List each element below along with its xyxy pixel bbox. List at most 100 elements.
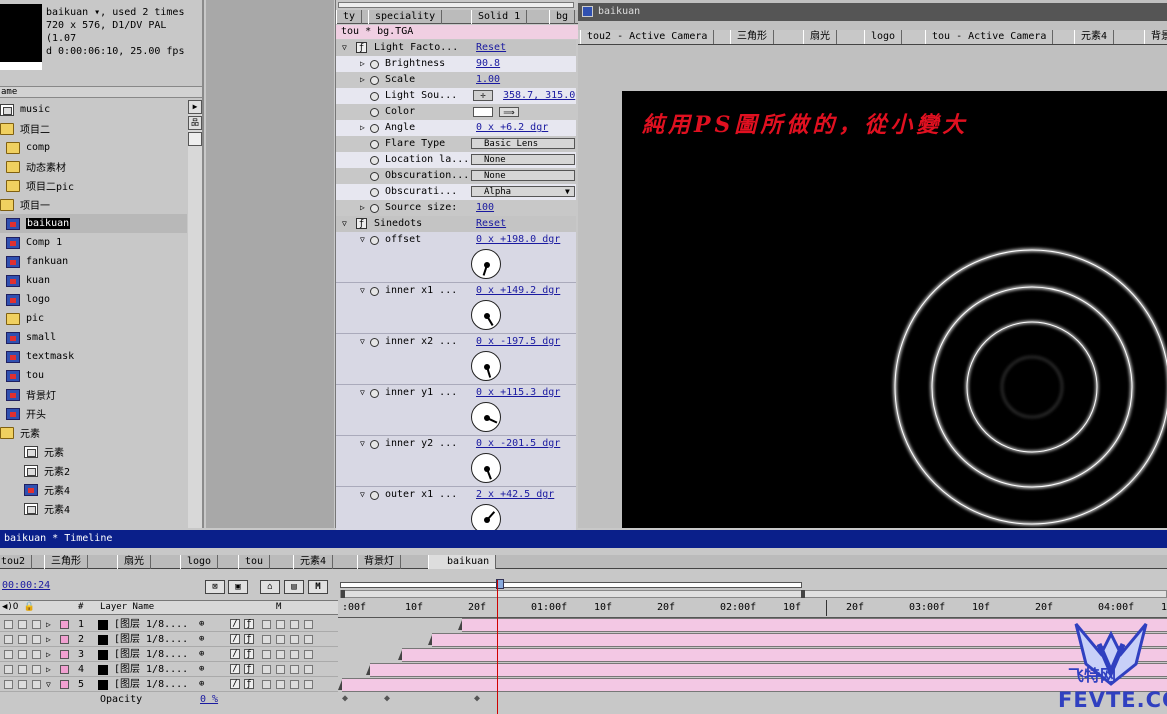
crosshair-icon[interactable]: ✛ <box>473 90 493 101</box>
effect-property-row[interactable]: ▽ ƒ Light Facto... Reset <box>336 40 576 56</box>
viewer-tab[interactable]: tou - Active Camera <box>925 30 1054 44</box>
timeline-tab[interactable]: tou2 <box>0 555 33 569</box>
layer-in-point[interactable] <box>458 620 462 630</box>
stopwatch-icon[interactable] <box>370 287 379 296</box>
keyframe-icon[interactable]: ◆ <box>342 693 348 704</box>
composition-canvas[interactable]: 純用PS圖所做的，從小變大 <box>622 91 1167 528</box>
time-ruler[interactable]: :00f 10f 20f 01:00f 10f 20f 02:00f 10f 20f 03:00f… <box>338 600 1167 618</box>
project-item[interactable]: 元素 <box>0 442 187 461</box>
angle-dial[interactable] <box>471 453 501 483</box>
effect-property-value[interactable]: 0 x +6.2 dgr <box>476 120 548 136</box>
fx-switch-icon[interactable]: ƒ <box>244 664 254 674</box>
timeline-tab[interactable]: tou <box>238 555 271 569</box>
project-item[interactable]: 元素 <box>0 423 187 442</box>
layer-in-point[interactable] <box>338 680 342 690</box>
effect-property-row[interactable]: Obscurati... Alpha ▼ <box>336 184 576 200</box>
layer-switch[interactable] <box>262 665 271 674</box>
effect-property-row[interactable]: ▷ Brightness 90.8 <box>336 56 576 72</box>
lock-switch[interactable] <box>32 665 41 674</box>
effect-property-value[interactable]: 0 x +149.2 dgr <box>476 283 560 299</box>
effect-property-row[interactable]: ▷ Angle 0 x +6.2 dgr <box>336 120 576 136</box>
effect-property-row[interactable]: ▽ offset 0 x +198.0 dgr <box>336 232 576 283</box>
effect-property-value[interactable]: 1.00 <box>476 72 500 88</box>
effect-property-value[interactable]: 0 x +198.0 dgr <box>476 232 560 248</box>
layer-switch[interactable] <box>276 665 285 674</box>
layer-switch[interactable] <box>290 665 299 674</box>
layer-duration-bar[interactable] <box>398 648 1167 662</box>
quality-switch-icon[interactable]: / <box>230 619 240 629</box>
layer-switch[interactable] <box>262 680 271 689</box>
project-item[interactable]: kuan <box>0 271 187 290</box>
layer-in-point[interactable] <box>428 635 432 645</box>
layer-duration-bar[interactable] <box>338 678 1167 692</box>
angle-dial[interactable] <box>471 351 501 381</box>
layer-row[interactable]: ▷ 4 [图层 1/8.... ⊕ / ƒ <box>0 662 338 677</box>
layer-switch[interactable] <box>290 650 299 659</box>
twirl-right-icon[interactable]: ▷ <box>46 617 51 632</box>
scroll-thumb[interactable] <box>188 132 202 146</box>
viewer-tab[interactable]: 三角形 <box>730 30 774 44</box>
timeline-tab[interactable]: 扇光 <box>117 555 151 569</box>
effect-property-row[interactable]: Light Sou... ✛ 358.7, 315.0 <box>336 88 576 104</box>
twirl-down-icon[interactable]: ▽ <box>360 334 365 350</box>
stopwatch-icon[interactable] <box>370 491 379 500</box>
twirl-right-icon[interactable]: ▷ <box>46 632 51 647</box>
effect-property-row[interactable]: Location la... None <box>336 152 576 168</box>
project-item[interactable]: 元素2 <box>0 461 187 480</box>
effects-tab[interactable]: speciality <box>368 10 443 24</box>
time-navigator[interactable] <box>340 579 802 589</box>
project-item[interactable]: 动态素材 <box>0 157 187 176</box>
layer-name[interactable]: [图层 1/8.... <box>114 617 188 632</box>
lock-switch[interactable] <box>32 680 41 689</box>
layer-in-point[interactable] <box>398 650 402 660</box>
stopwatch-icon[interactable] <box>370 188 379 197</box>
effects-tab[interactable]: Solid 1 <box>471 10 528 24</box>
layer-in-point[interactable] <box>366 665 370 675</box>
stopwatch-icon[interactable] <box>370 389 379 398</box>
layer-duration-bar[interactable] <box>366 663 1167 677</box>
layer-switch[interactable] <box>304 665 313 674</box>
effect-property-row[interactable]: ▽ inner y2 ... 0 x -201.5 dgr <box>336 436 576 487</box>
stopwatch-icon[interactable] <box>370 140 379 149</box>
stopwatch-icon[interactable] <box>370 236 379 245</box>
effect-property-value[interactable]: 0 x +115.3 dgr <box>476 385 560 401</box>
effect-dropdown[interactable]: None <box>471 154 575 165</box>
viewer-tab[interactable]: 背景 <box>1144 30 1167 44</box>
project-item[interactable]: textmask <box>0 347 187 366</box>
layer-name-header[interactable]: Layer Name <box>100 601 154 614</box>
video-switch[interactable] <box>4 620 13 629</box>
work-area-end[interactable] <box>801 590 805 598</box>
film-icon[interactable]: ▤ <box>284 580 304 594</box>
stopwatch-icon[interactable] <box>370 172 379 181</box>
current-time-indicator[interactable] <box>497 580 498 714</box>
camera-icon[interactable]: ▣ <box>228 580 248 594</box>
shy-switch-icon[interactable]: ⊕ <box>199 617 204 632</box>
fx-icon[interactable]: ƒ <box>356 218 367 229</box>
layer-switch[interactable] <box>262 650 271 659</box>
opacity-row[interactable]: Opacity 0 % <box>0 692 338 707</box>
angle-dial[interactable] <box>471 300 501 330</box>
twirl-down-icon[interactable]: ▽ <box>360 436 365 452</box>
reset-link[interactable]: Reset <box>476 216 506 232</box>
shy-switch-icon[interactable]: ⊕ <box>199 647 204 662</box>
angle-dial[interactable] <box>471 249 501 279</box>
layer-name[interactable]: [图层 1/8.... <box>114 647 188 662</box>
twirl-right-icon[interactable]: ▷ <box>360 72 365 88</box>
timeline-tab[interactable]: logo <box>180 555 219 569</box>
project-item[interactable]: comp <box>0 138 187 157</box>
twirl-right-icon[interactable]: ▷ <box>46 647 51 662</box>
effect-property-value[interactable]: 0 x -197.5 dgr <box>476 334 560 350</box>
project-item[interactable]: logo <box>0 290 187 309</box>
layer-switch[interactable] <box>290 680 299 689</box>
angle-dial[interactable] <box>471 402 501 432</box>
stopwatch-icon[interactable] <box>370 156 379 165</box>
timeline-tab[interactable]: 三角形 <box>44 555 88 569</box>
project-item[interactable]: 项目二pic <box>0 176 187 195</box>
fx-switch-icon[interactable]: ƒ <box>244 679 254 689</box>
color-swatch[interactable] <box>473 107 493 117</box>
fx-icon[interactable]: ƒ <box>356 42 367 53</box>
layer-row[interactable]: ▷ 2 [图层 1/8.... ⊕ / ƒ <box>0 632 338 647</box>
effect-property-row[interactable]: Flare Type Basic Lens <box>336 136 576 152</box>
quality-switch-icon[interactable]: / <box>230 649 240 659</box>
effects-tab[interactable]: ty <box>336 10 363 24</box>
